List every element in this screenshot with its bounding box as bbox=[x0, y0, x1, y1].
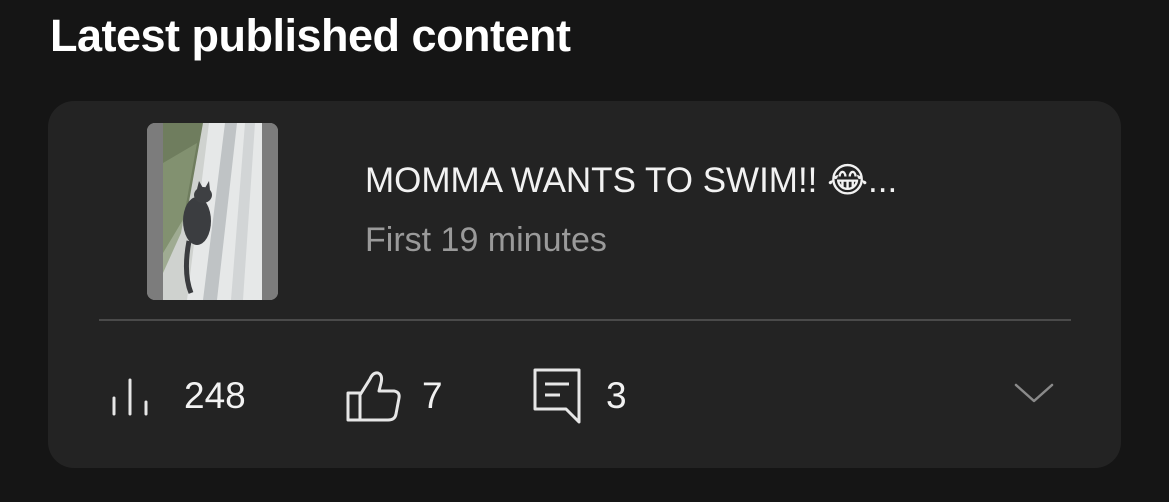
expand-button[interactable] bbox=[1013, 381, 1055, 409]
likes-stat[interactable]: 7 bbox=[346, 370, 443, 422]
comment-icon bbox=[532, 367, 582, 425]
section-title: Latest published content bbox=[50, 10, 571, 61]
views-stat[interactable]: 248 bbox=[110, 370, 246, 422]
thumbs-up-icon bbox=[346, 369, 402, 423]
chevron-down-icon bbox=[1014, 382, 1054, 409]
comments-count: 3 bbox=[606, 375, 627, 416]
bar-chart-icon bbox=[110, 376, 152, 416]
latest-content-card[interactable]: MOMMA WANTS TO SWIM!! 😂... First 19 minu… bbox=[48, 101, 1121, 468]
video-thumbnail[interactable] bbox=[147, 123, 278, 300]
divider bbox=[99, 319, 1071, 321]
views-count: 248 bbox=[184, 375, 246, 416]
video-subtitle: First 19 minutes bbox=[365, 221, 607, 259]
likes-count: 7 bbox=[422, 375, 443, 416]
video-title[interactable]: MOMMA WANTS TO SWIM!! 😂... bbox=[365, 161, 897, 201]
comments-stat[interactable]: 3 bbox=[532, 367, 627, 425]
